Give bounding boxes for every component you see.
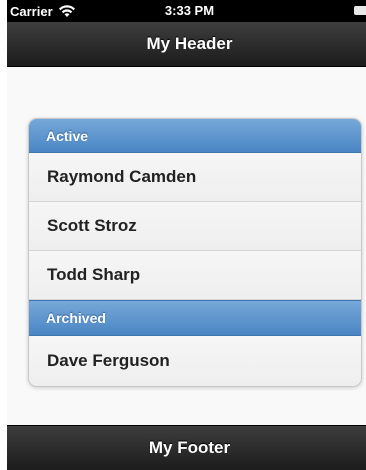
divider-label: Archived xyxy=(46,310,106,326)
list-item[interactable]: Todd Sharp xyxy=(29,251,361,300)
list-divider-active: Active xyxy=(29,119,361,153)
list-item-label: Raymond Camden xyxy=(47,167,197,186)
header-bar: My Header xyxy=(7,22,366,67)
header-title: My Header xyxy=(146,34,233,53)
list-view: Active Raymond Camden Scott Stroz Todd S… xyxy=(28,118,362,387)
list-item[interactable]: Dave Ferguson xyxy=(29,336,361,386)
list-item-label: Dave Ferguson xyxy=(47,351,170,370)
footer-bar: My Footer xyxy=(7,425,366,470)
list-item[interactable]: Raymond Camden xyxy=(29,153,361,202)
clock: 3:33 PM xyxy=(164,3,215,18)
list-item[interactable]: Scott Stroz xyxy=(29,202,361,251)
content-area: Active Raymond Camden Scott Stroz Todd S… xyxy=(7,67,366,387)
battery-icon xyxy=(354,6,366,15)
list-item-label: Scott Stroz xyxy=(47,216,137,235)
status-bar: Carrier 3:33 PM xyxy=(7,0,366,22)
list-divider-archived: Archived xyxy=(29,300,361,336)
footer-title: My Footer xyxy=(148,438,231,457)
list-item-label: Todd Sharp xyxy=(47,265,141,284)
divider-label: Active xyxy=(46,127,89,144)
phone-screen: Carrier 3:33 PM My Header Active Raymond… xyxy=(7,0,366,470)
